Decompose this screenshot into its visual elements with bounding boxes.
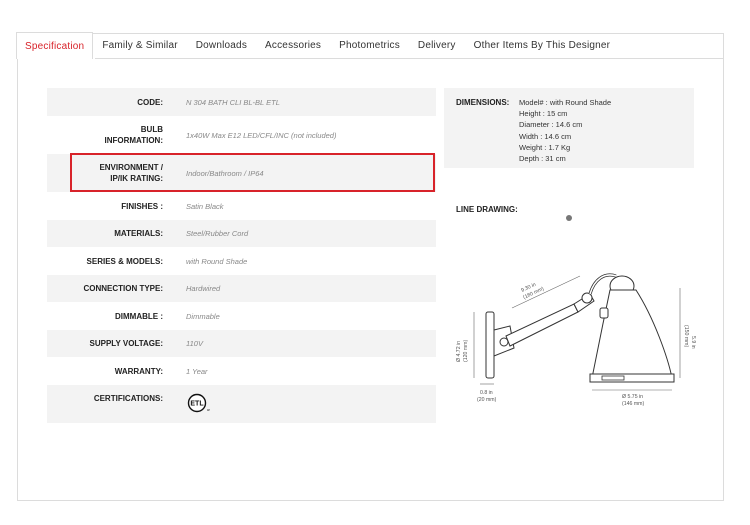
dimensions-panel: DIMENSIONS: Model# : with Round Shade He… [444, 88, 694, 168]
spec-row-connection: CONNECTION TYPE: Hardwired [47, 275, 436, 302]
spec-row-dimmable: DIMMABLE : Dimmable [47, 302, 436, 330]
etl-logo: ETL us [187, 393, 210, 413]
svg-text:us: us [207, 407, 210, 412]
dimension-line: Diameter : 14.6 cm [519, 120, 583, 130]
tab-family-similar[interactable]: Family & Similar [93, 33, 186, 58]
spec-value: Dimmable [186, 311, 220, 321]
lamp-shade [591, 289, 673, 379]
etl-logo-text: ETL [190, 401, 204, 408]
spec-row-voltage: SUPPLY VOLTAGE: 110V [47, 330, 436, 357]
dimensions-label: DIMENSIONS: [456, 98, 510, 107]
spec-label: CERTIFICATIONS: [93, 394, 163, 403]
spec-label: SUPPLY VOLTAGE: [89, 339, 164, 348]
spec-row-series: SERIES & MODELS: with Round Shade [47, 247, 436, 275]
spec-label: FINISHES : [121, 201, 163, 211]
spec-label-line: INFORMATION: [104, 136, 163, 145]
spec-value: with Round Shade [186, 256, 248, 266]
spec-label-line: BULB [140, 125, 163, 134]
spec-row-warranty: WARRANTY: 1 Year [47, 357, 436, 385]
dimension-line: Model# : with Round Shade [519, 98, 612, 107]
spec-table: CODE: N 304 BATH CLI BL-BL ETL BULB INFO… [47, 88, 436, 423]
tab-specification[interactable]: Specification [16, 32, 94, 59]
tab-accessories[interactable]: Accessories [256, 33, 330, 58]
spec-row-finishes: FINISHES : Satin Black [47, 192, 436, 220]
spec-row-materials: MATERIALS: Steel/Rubber Cord [47, 220, 436, 247]
tab-bar: Specification Family & Similar Downloads… [16, 32, 724, 59]
spec-value: 1x40W Max E12 LED/CFL/INC (not included) [186, 130, 337, 140]
spec-value: Satin Black [186, 201, 224, 211]
spec-label: MATERIALS: [114, 229, 163, 238]
spec-value: ETL us [163, 393, 436, 415]
dim-base-in: Ø 4.72 in [456, 341, 462, 362]
spec-label: SERIES & MODELS: [86, 256, 163, 266]
dim-shade-h-mm: (150 mm) [683, 325, 689, 347]
highlight-box [70, 153, 435, 192]
tab-downloads[interactable]: Downloads [187, 33, 256, 58]
dim-shade-d-mm: (146 mm) [622, 401, 644, 407]
spec-label: WARRANTY: [114, 366, 163, 376]
dimension-line: Width : 14.6 cm [519, 131, 572, 141]
spec-value: 110V [186, 339, 203, 348]
spec-value: N 304 BATH CLI BL-BL ETL [186, 97, 280, 107]
gallery-dot-icon [566, 215, 572, 221]
dimensions-values: Model# : with Round Shade Height : 15 cm… [519, 97, 611, 164]
tab-other-items[interactable]: Other Items By This Designer [465, 33, 620, 58]
spec-value: Hardwired [186, 284, 221, 293]
dimension-line: Weight : 1.7 Kg [519, 142, 571, 152]
spec-row-bulb: BULB INFORMATION: 1x40W Max E12 LED/CFL/… [47, 116, 436, 154]
tab-photometrics[interactable]: Photometrics [330, 33, 409, 58]
dim-depth-mm: (20 mm) [477, 397, 497, 403]
dim-depth-in: 0.8 in [480, 390, 493, 396]
spec-label: CONNECTION TYPE: [83, 284, 163, 293]
spec-label: CODE: [137, 97, 163, 107]
spec-label: BULB INFORMATION: [47, 124, 163, 146]
tab-delivery[interactable]: Delivery [409, 33, 465, 58]
dimension-line: Depth : 31 cm [519, 154, 566, 164]
lamp-arm [505, 303, 579, 347]
tab-divider [95, 58, 724, 59]
line-drawing: 9.30 in (180 mm) Ø 4.72 in (120 mm) 0.8 … [456, 215, 696, 407]
spec-value: 1 Year [186, 366, 208, 376]
dim-shade-h-in: 5.9 in [690, 336, 696, 349]
dim-shade-d-in: Ø 5.75 in [622, 394, 643, 400]
dim-base-mm: (120 mm) [463, 340, 469, 362]
spec-label: DIMMABLE : [115, 311, 163, 321]
spec-row-code: CODE: N 304 BATH CLI BL-BL ETL [47, 88, 436, 116]
wall-plate [485, 311, 495, 379]
spec-value: Steel/Rubber Cord [186, 229, 249, 238]
dimension-line: Height : 15 cm [519, 109, 568, 119]
spec-row-certifications: CERTIFICATIONS: ETL us [47, 385, 436, 423]
